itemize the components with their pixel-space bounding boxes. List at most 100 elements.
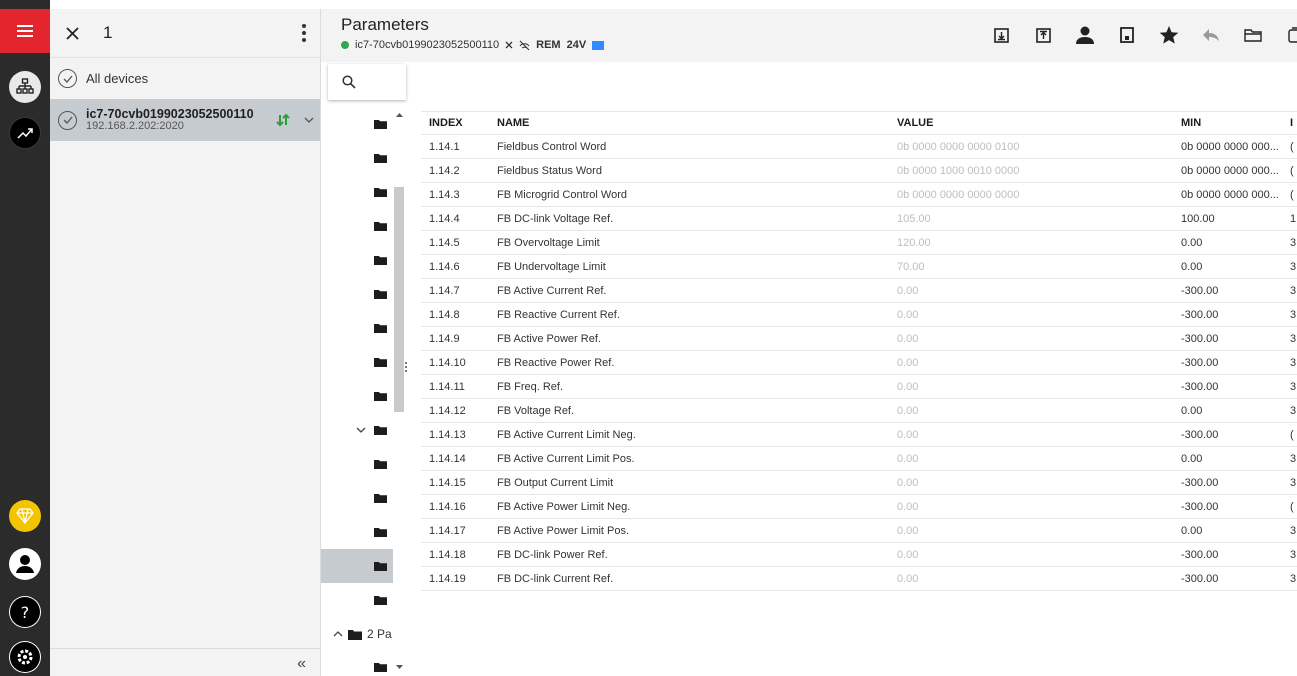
all-devices-item[interactable]: All devices (50, 57, 320, 99)
tree-group-expanded[interactable]: 2 Pa (333, 627, 392, 641)
cell-value[interactable]: 0b 0000 0000 0000 0000 (890, 189, 1174, 201)
tree-folder-item[interactable] (321, 515, 393, 549)
trend-button[interactable] (9, 117, 41, 149)
devices-button[interactable] (9, 71, 41, 103)
close-icon[interactable] (66, 26, 79, 40)
cell-name: FB Active Power Limit Pos. (497, 524, 630, 537)
tree-folder-item[interactable] (321, 311, 393, 345)
resize-handle[interactable] (405, 362, 407, 372)
download-button[interactable] (989, 23, 1013, 47)
undo-button[interactable] (1199, 23, 1223, 47)
save-button[interactable] (1115, 23, 1139, 47)
cell-max: 3 (1290, 236, 1297, 249)
help-button[interactable]: ? (9, 596, 41, 628)
table-row[interactable]: 1.14.12 FB Voltage Ref. 0.00 0.00 3 (421, 399, 1297, 423)
cell-value[interactable]: 0.00 (890, 549, 1174, 561)
cell-value[interactable]: 0.00 (890, 525, 1174, 537)
table-row[interactable]: 1.14.17 FB Active Power Limit Pos. 0.00 0.0… (421, 519, 1297, 543)
premium-button[interactable] (9, 500, 41, 532)
cell-value[interactable]: 0b 0000 1000 0010 0000 (890, 165, 1174, 177)
table-row[interactable]: 1.14.4 FB DC-link Voltage Ref. 105.00 100.0… (421, 207, 1297, 231)
table-row[interactable]: 1.14.1 Fieldbus Control Word 0b 0000 0000 … (421, 135, 1297, 159)
cell-value[interactable]: 70.00 (890, 261, 1174, 273)
close-icon[interactable] (505, 41, 513, 49)
cell-value[interactable]: 0.00 (890, 381, 1174, 393)
settings-button[interactable] (9, 641, 41, 673)
user-button[interactable] (1073, 23, 1097, 47)
table-row[interactable]: 1.14.8 FB Reactive Current Ref. 0.00 -300.0… (421, 303, 1297, 327)
account-button[interactable] (9, 548, 41, 580)
cell-value[interactable]: 0.00 (890, 309, 1174, 321)
cell-max: 3 (1290, 476, 1297, 489)
table-row[interactable]: 1.14.11 FB Freq. Ref. 0.00 -300.00 3 (421, 375, 1297, 399)
cell-max: ( (1290, 164, 1294, 177)
column-header-value[interactable]: VALUE (890, 117, 1174, 129)
cell-value[interactable]: 120.00 (890, 237, 1174, 249)
column-header-max[interactable]: I (1286, 117, 1297, 129)
tree-folder-item[interactable] (321, 345, 393, 379)
tree-folder-item[interactable] (321, 141, 393, 175)
table-row[interactable]: 1.14.3 FB Microgrid Control Word 0b 0000 0… (421, 183, 1297, 207)
collapse-panel-button[interactable]: « (297, 655, 306, 673)
cell-value[interactable]: 0.00 (890, 501, 1174, 513)
table-row[interactable]: 1.14.18 FB DC-link Power Ref. 0.00 -300.00 3 (421, 543, 1297, 567)
folder-icon (374, 188, 387, 197)
cell-value[interactable]: 0b 0000 0000 0000 0100 (890, 141, 1174, 153)
table-row[interactable]: 1.14.9 FB Active Power Ref. 0.00 -300.00 3 (421, 327, 1297, 351)
table-row[interactable]: 1.14.16 FB Active Power Limit Neg. 0.00 -30… (421, 495, 1297, 519)
column-header-index[interactable]: INDEX (421, 117, 490, 129)
device-panel-footer: « (50, 648, 320, 676)
device-item[interactable]: ic7-70cvb0199023052500110 192.168.2.202:… (50, 99, 320, 141)
cell-min: -300.00 (1181, 428, 1219, 441)
tree-folder-item[interactable] (321, 379, 393, 413)
tree-folder-item[interactable] (321, 243, 393, 277)
tree-folder-item[interactable] (321, 549, 393, 583)
cell-max: 3 (1290, 452, 1297, 465)
page-header: Parameters ic7-70cvb0199023052500110 REM… (321, 9, 1297, 62)
more-options-icon[interactable] (302, 24, 306, 42)
open-folder-button[interactable] (1241, 23, 1265, 47)
tree-folder-item[interactable] (321, 209, 393, 243)
tree-folder-item[interactable] (321, 583, 393, 617)
all-devices-label: All devices (86, 71, 149, 86)
table-row[interactable]: 1.14.13 FB Active Current Limit Neg. 0.00-… (421, 423, 1297, 447)
cell-name: FB Voltage Ref. (497, 404, 575, 417)
check-circle-icon (58, 110, 77, 130)
table-row[interactable]: 1.14.2 Fieldbus Status Word 0b 0000 1000 0… (421, 159, 1297, 183)
cell-value[interactable]: 0.00 (890, 477, 1174, 489)
column-header-min[interactable]: MIN (1174, 117, 1286, 129)
table-row[interactable]: 1.14.7 FB Active Current Ref. 0.00 -300.00 3 (421, 279, 1297, 303)
tree-folder-item[interactable] (321, 277, 393, 311)
cell-value[interactable]: 0.00 (890, 333, 1174, 345)
cell-min: 0b 0000 0000 000... (1181, 164, 1279, 177)
chevron-down-icon[interactable] (304, 117, 314, 123)
column-header-name[interactable]: NAME (490, 117, 890, 129)
favorite-button[interactable] (1157, 23, 1181, 47)
star-icon (1159, 26, 1179, 44)
cell-value[interactable]: 0.00 (890, 285, 1174, 297)
cell-value[interactable]: 105.00 (890, 213, 1174, 225)
tree-folder-item[interactable] (321, 413, 393, 447)
cell-value[interactable]: 0.00 (890, 453, 1174, 465)
table-row[interactable]: 1.14.5 FB Overvoltage Limit 120.00 0.00 3 (421, 231, 1297, 255)
table-row[interactable]: 1.14.15 FB Output Current Limit 0.00 -300.0… (421, 471, 1297, 495)
upload-button[interactable] (1031, 23, 1055, 47)
cell-value[interactable]: 0.00 (890, 357, 1174, 369)
cell-value[interactable]: 0.00 (890, 573, 1174, 585)
cell-name: FB Freq. Ref. (497, 380, 564, 393)
window-button[interactable] (1283, 23, 1297, 47)
tree-folder-item[interactable] (321, 447, 393, 481)
tree-folder-item[interactable] (321, 175, 393, 209)
cell-value[interactable]: 0.00 (890, 405, 1174, 417)
cell-value[interactable]: 0.00 (890, 429, 1174, 441)
tree-folder-item[interactable] (321, 650, 393, 676)
table-row[interactable]: 1.14.10 FB Reactive Power Ref. 0.00 -300.00… (421, 351, 1297, 375)
table-row[interactable]: 1.14.19 FB DC-link Current Ref. 0.00 -300.0… (421, 567, 1297, 591)
menu-button[interactable] (0, 9, 50, 53)
table-row[interactable]: 1.14.6 FB Undervoltage Limit 70.00 0.00 3 (421, 255, 1297, 279)
tree-folder-item[interactable] (321, 481, 393, 515)
table-row[interactable]: 1.14.14 FB Active Current Limit Pos. 0.00 0… (421, 447, 1297, 471)
cell-min: -300.00 (1181, 308, 1219, 321)
tree-folder-item[interactable] (321, 107, 393, 141)
cell-index: 1.14.5 (429, 236, 460, 249)
